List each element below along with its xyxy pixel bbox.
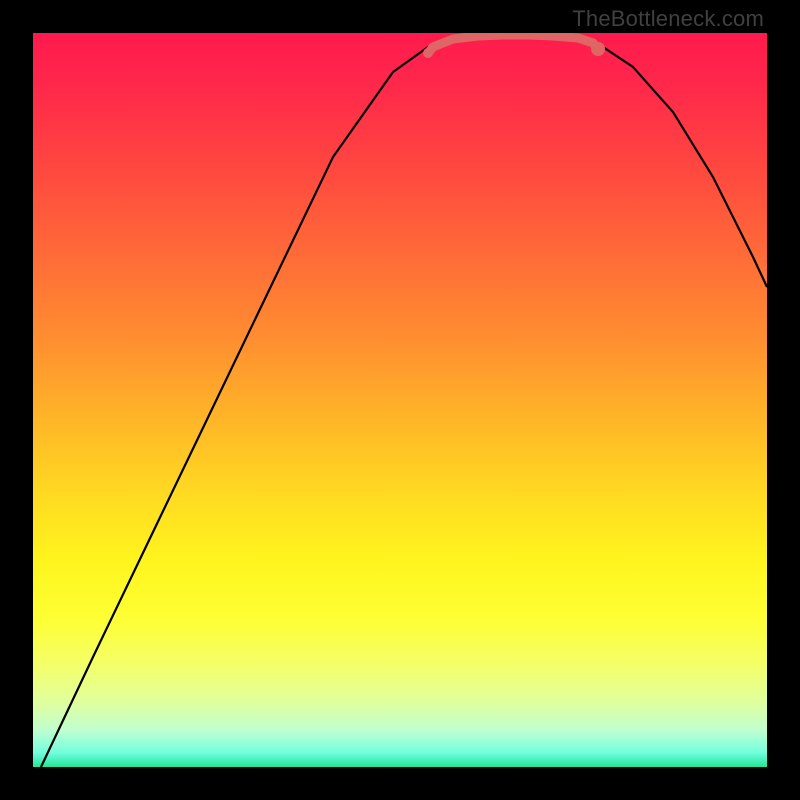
main-curve xyxy=(41,35,767,767)
watermark-text: TheBottleneck.com xyxy=(572,6,764,32)
curve-svg xyxy=(33,33,767,767)
plot-area xyxy=(33,33,767,767)
chart-stage: TheBottleneck.com xyxy=(0,0,800,800)
highlight-dot-mid xyxy=(439,39,447,47)
highlight-dot-right xyxy=(591,42,605,56)
highlight-dot-left xyxy=(423,48,433,58)
highlight-curve xyxy=(428,35,598,53)
